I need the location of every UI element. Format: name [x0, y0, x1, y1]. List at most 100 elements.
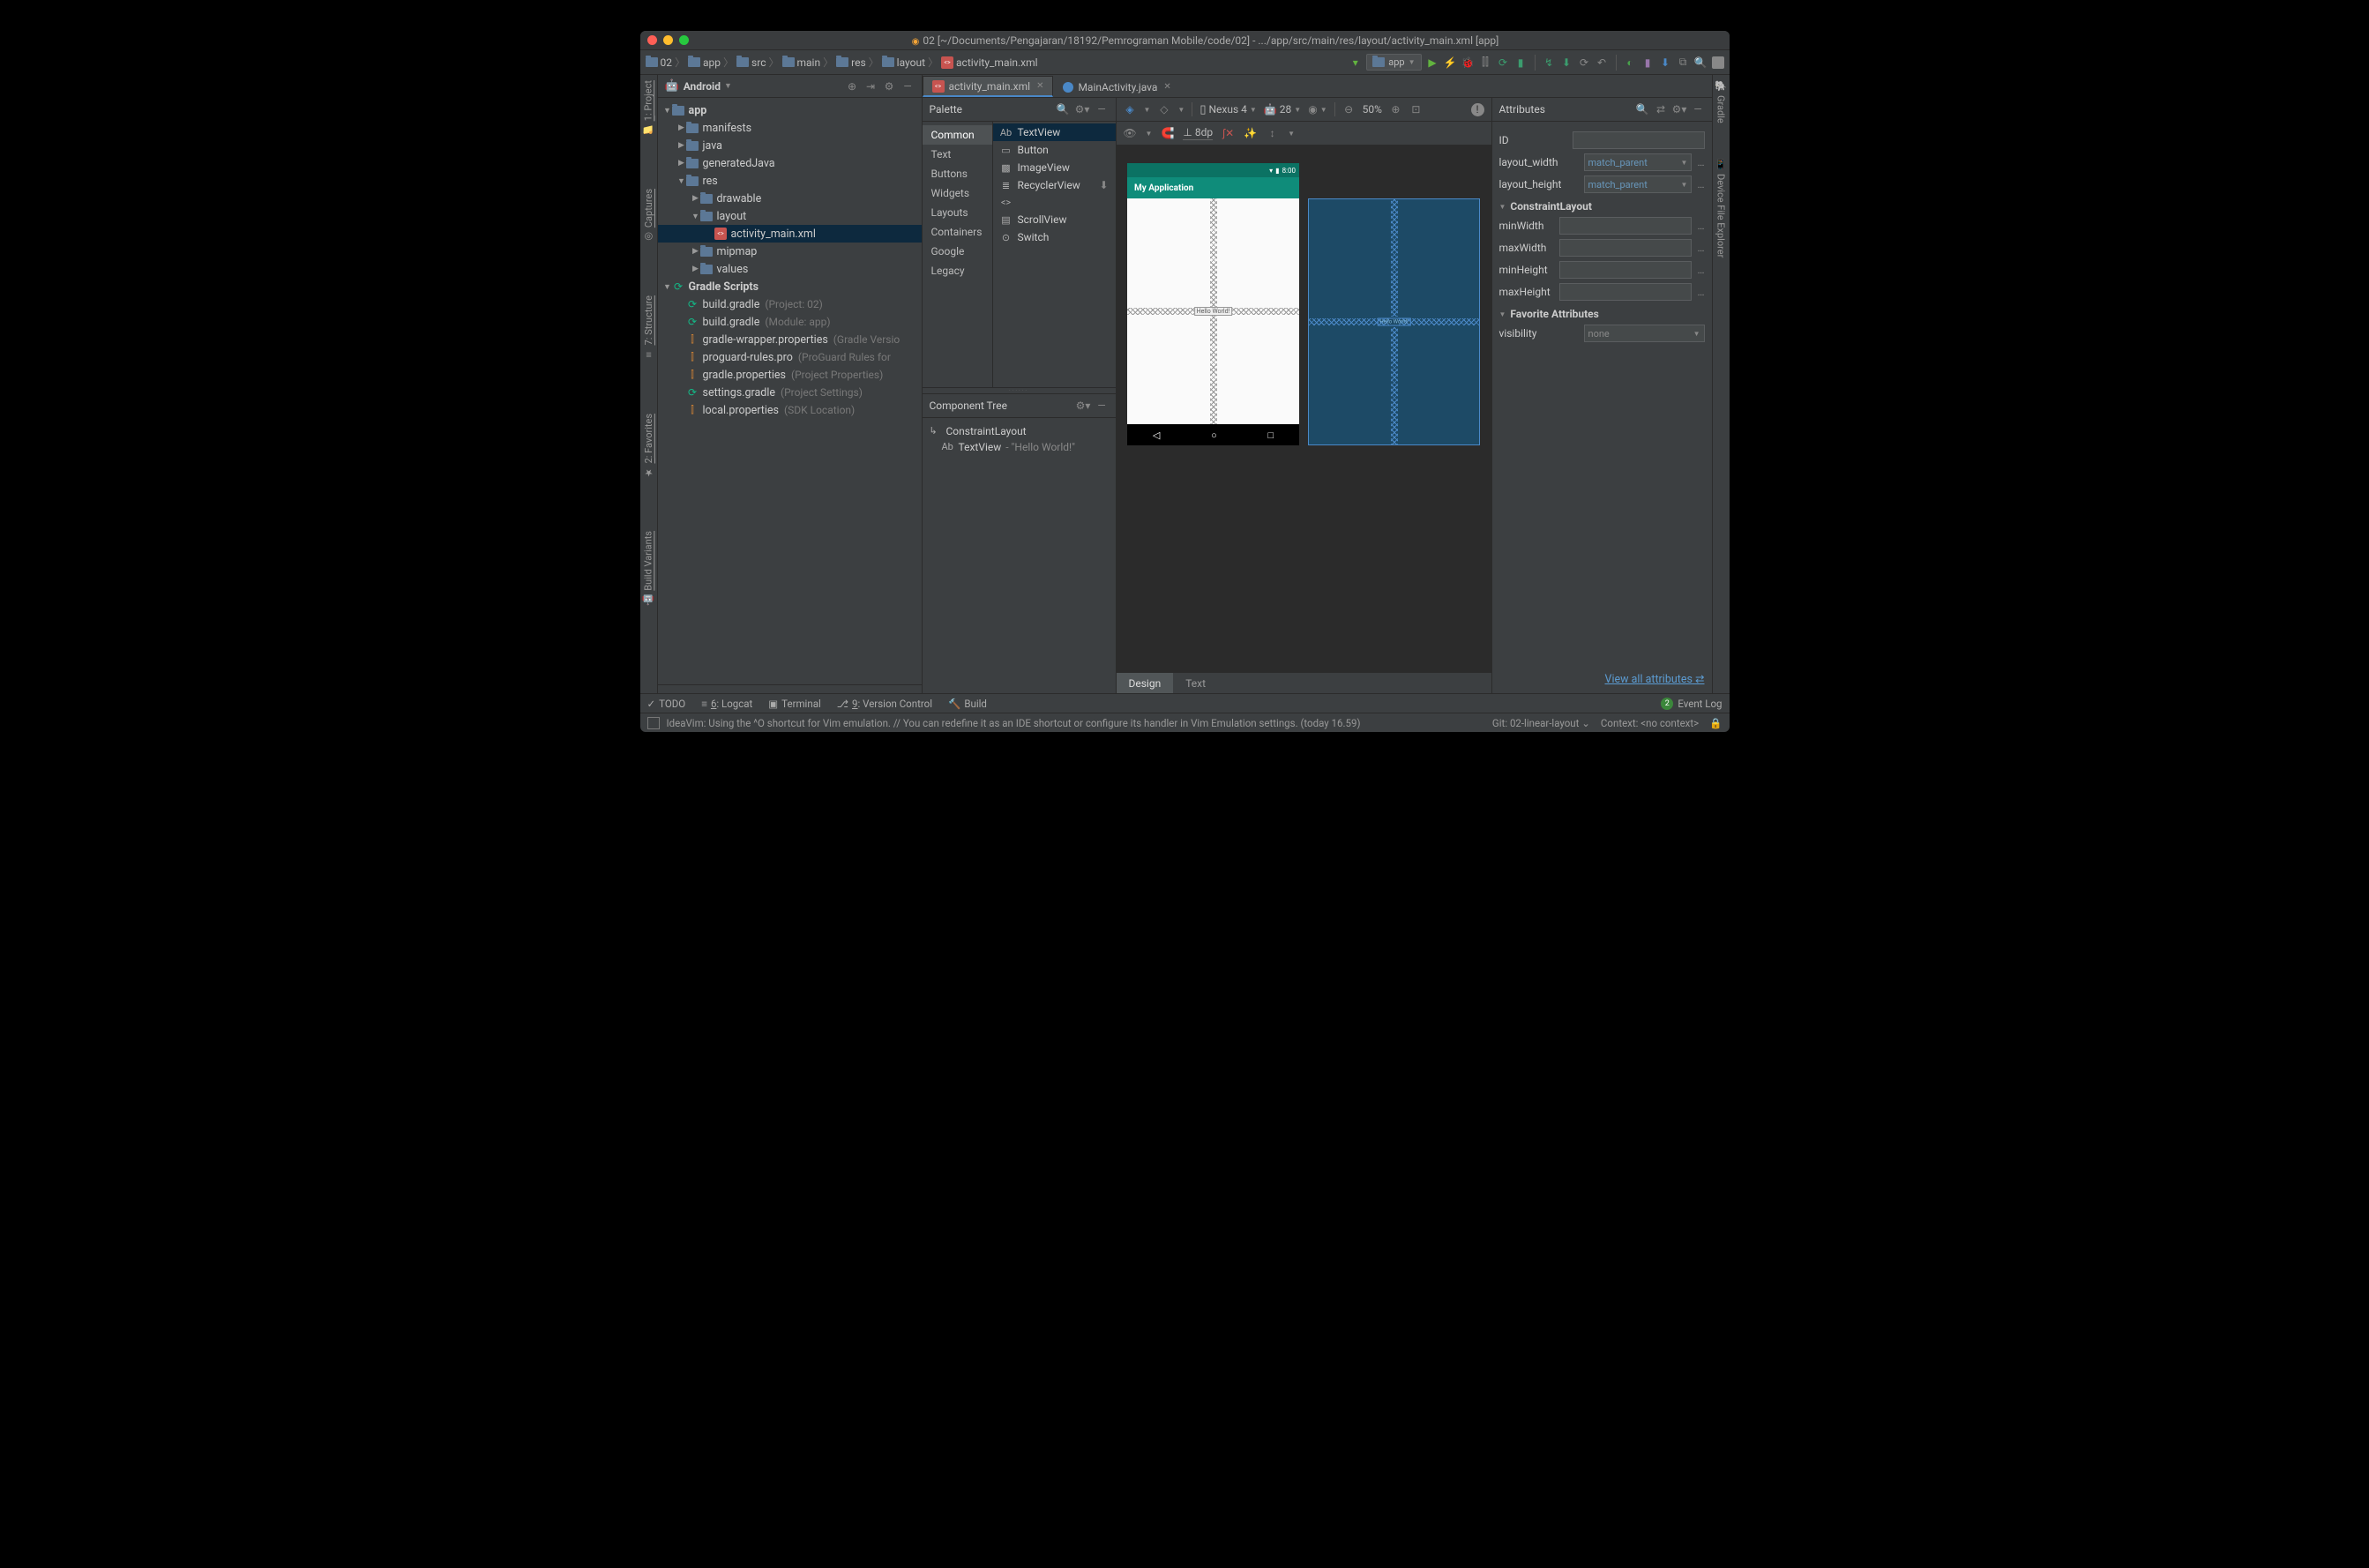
palette-settings-icon[interactable]: ⚙▾ [1076, 103, 1089, 116]
attr-maxwidth-input[interactable] [1559, 239, 1692, 257]
close-tab-icon[interactable]: ✕ [1036, 81, 1043, 91]
bottom-tool-button[interactable]: ▣Terminal [768, 698, 820, 710]
palette-hide-icon[interactable]: — [1095, 103, 1109, 116]
attr-maxheight-more[interactable]: … [1697, 286, 1704, 298]
attr-minwidth-more[interactable]: … [1697, 220, 1704, 232]
breadcrumb-item[interactable]: app [688, 56, 721, 69]
bp-textview[interactable]: Hello World! [1377, 318, 1410, 326]
sdk-manager-icon[interactable]: ⬇ [1560, 56, 1573, 69]
attr-minheight-input[interactable] [1559, 261, 1692, 279]
warnings-icon[interactable]: ! [1471, 103, 1484, 116]
attr-id-input[interactable] [1573, 131, 1705, 149]
attr-section-favorite[interactable]: ▼Favorite Attributes [1499, 308, 1705, 320]
zoom-out-icon[interactable]: ⊖ [1342, 103, 1356, 116]
tree-row[interactable]: ▶values [658, 260, 922, 278]
rail-button[interactable]: 📱Device File Explorer [1715, 159, 1727, 258]
minimize-window-button[interactable] [663, 35, 673, 45]
attr-swap-icon[interactable]: ⇄ [1655, 103, 1668, 116]
editor-tab[interactable]: MainActivity.java✕ [1053, 76, 1180, 97]
rail-button[interactable]: 📁1: Project [642, 80, 654, 136]
editor-tab[interactable]: <>activity_main.xml✕ [923, 76, 1054, 97]
run-config-selector[interactable]: app ▼ [1366, 54, 1421, 71]
palette-category[interactable]: Google [923, 242, 992, 261]
default-margin[interactable]: ⊥ 8dp [1183, 126, 1213, 140]
attr-maxheight-input[interactable] [1559, 283, 1692, 301]
close-window-button[interactable] [647, 35, 657, 45]
palette-category[interactable]: Containers [923, 222, 992, 242]
infer-constraints-icon[interactable]: ✨ [1244, 127, 1257, 140]
preview-body[interactable]: Hello World! [1127, 198, 1299, 424]
attr-search-icon[interactable]: 🔍 [1636, 103, 1649, 116]
component-tree-body[interactable]: ↳ConstraintLayoutAbTextView- "Hello Worl… [923, 418, 1116, 694]
rail-button[interactable]: ★2: Favorites [643, 414, 654, 478]
attr-section-constraint[interactable]: ▼ConstraintLayout [1499, 200, 1705, 213]
component-tree-hide-icon[interactable]: — [1095, 399, 1109, 412]
palette-category[interactable]: Text [923, 145, 992, 164]
bottom-tool-button[interactable]: ⎇9: Version Control [837, 698, 932, 710]
zoom-in-icon[interactable]: ⊕ [1389, 103, 1402, 116]
attr-height-select[interactable]: match_parent▼ [1584, 175, 1693, 193]
tree-row[interactable]: ▶java [658, 137, 922, 154]
palette-category[interactable]: Common [923, 125, 992, 145]
h-scrollbar[interactable] [658, 684, 922, 693]
tree-row[interactable]: ▼layout [658, 207, 922, 225]
palette-item[interactable]: ▤ScrollView [993, 211, 1116, 228]
surface-select-icon[interactable]: ◈ [1124, 103, 1137, 116]
stop-button[interactable]: ▮ [1514, 56, 1528, 69]
attach-debugger-icon[interactable]: ⟳ [1497, 56, 1510, 69]
attr-settings-icon[interactable]: ⚙▾ [1673, 103, 1686, 116]
theme-selector[interactable]: ◉▼ [1308, 103, 1326, 116]
component-tree-row[interactable]: AbTextView- "Hello World!" [930, 439, 1109, 455]
zoom-fit-icon[interactable]: ⊡ [1409, 103, 1423, 116]
user-icon[interactable] [1712, 56, 1724, 69]
settings-icon[interactable]: ⚙ [883, 79, 896, 93]
lock-icon[interactable]: 🔒 [1709, 717, 1722, 729]
status-square-icon[interactable] [647, 717, 660, 729]
component-tree-row[interactable]: ↳ConstraintLayout [930, 423, 1109, 439]
magnet-icon[interactable]: 🧲 [1161, 127, 1174, 140]
tree-row[interactable]: ⟳settings.gradle(Project Settings) [658, 384, 922, 401]
zoom-window-button[interactable] [679, 35, 689, 45]
palette-item[interactable]: ⊙Switch [993, 228, 1116, 246]
breadcrumb-item[interactable]: 02 [646, 56, 673, 69]
collapse-icon[interactable]: ⇥ [864, 79, 878, 93]
palette-search-icon[interactable]: 🔍 [1057, 103, 1070, 116]
palette-item[interactable]: ▭Button [993, 141, 1116, 159]
close-tab-icon[interactable]: ✕ [1163, 82, 1170, 92]
tree-row[interactable]: ▼⟳Gradle Scripts [658, 278, 922, 295]
tree-row[interactable]: ⫿proguard-rules.pro(ProGuard Rules for [658, 348, 922, 366]
tree-row[interactable]: ⫿local.properties(SDK Location) [658, 401, 922, 419]
breadcrumb-item[interactable]: layout [882, 56, 925, 69]
panel-resizer[interactable]: ∙∙∙∙∙∙ [923, 387, 1116, 394]
attr-visibility-select[interactable]: none▼ [1584, 325, 1705, 342]
apply-changes-icon[interactable]: ⚡ [1444, 56, 1457, 69]
clear-constraints-icon[interactable]: ∫✕ [1222, 127, 1235, 140]
avd-manager-icon[interactable]: ↯ [1543, 56, 1556, 69]
text-tab[interactable]: Text [1173, 673, 1218, 693]
bottom-tool-button[interactable]: ≡6: Logcat [701, 698, 752, 710]
event-log-button[interactable]: Event Log [1678, 698, 1722, 710]
palette-category[interactable]: Legacy [923, 261, 992, 280]
tree-row[interactable]: ⫿gradle.properties(Project Properties) [658, 366, 922, 384]
run-button[interactable]: ▶ [1426, 56, 1439, 69]
tool-icon-2[interactable]: ▮ [1641, 56, 1655, 69]
device-preview[interactable]: ▾ ▮ 8:00 My Application Hello World! [1127, 163, 1299, 445]
align-icon[interactable]: ↕ [1266, 127, 1279, 140]
tool-icon-4[interactable]: ⧉ [1677, 56, 1690, 69]
locate-icon[interactable]: ⊕ [846, 79, 859, 93]
attr-maxwidth-more[interactable]: … [1697, 242, 1704, 254]
sync-gradle-icon[interactable]: ⟳ [1578, 56, 1591, 69]
palette-category[interactable]: Buttons [923, 164, 992, 183]
view-all-attributes-link[interactable]: View all attributes ⇄ [1492, 665, 1712, 693]
breadcrumb-item[interactable]: res [836, 56, 866, 69]
attr-height-more[interactable]: … [1697, 178, 1704, 190]
component-tree-settings-icon[interactable]: ⚙▾ [1077, 399, 1090, 412]
attr-width-more[interactable]: … [1697, 156, 1704, 168]
tree-row[interactable]: ⟳build.gradle(Module: app) [658, 313, 922, 331]
tree-row[interactable]: ▶generatedJava [658, 154, 922, 172]
hide-panel-icon[interactable]: — [901, 79, 915, 93]
git-branch[interactable]: Git: 02-linear-layout ⌄ [1492, 717, 1590, 729]
bottom-tool-button[interactable]: ✓TODO [647, 698, 686, 710]
blueprint-preview[interactable]: Hello World! [1308, 198, 1480, 445]
palette-item[interactable]: <> [993, 194, 1116, 211]
